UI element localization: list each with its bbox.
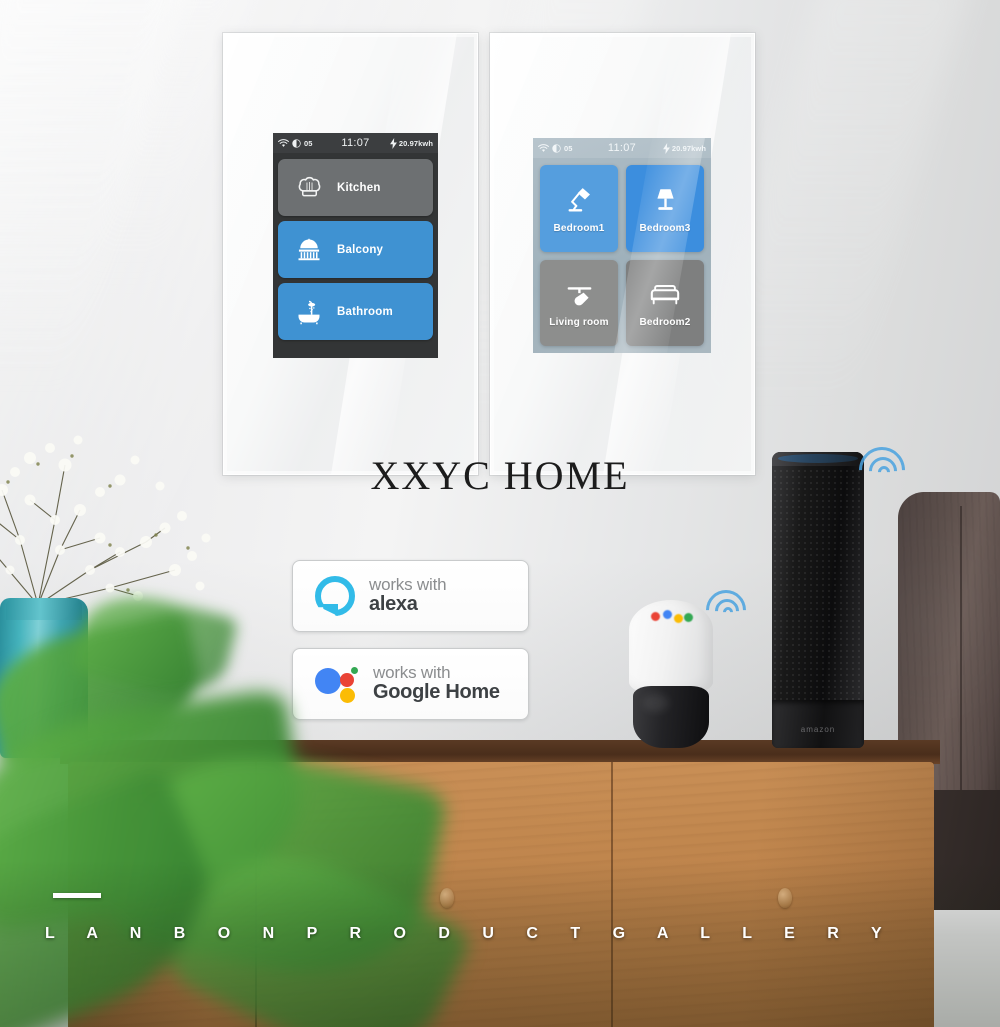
google-assistant-dots-icon bbox=[315, 664, 359, 704]
caption-accent-bar bbox=[53, 893, 101, 898]
flower-vase bbox=[0, 598, 92, 758]
badge-line2: Google Home bbox=[373, 681, 500, 704]
works-with-google-home-badge[interactable]: works with Google Home bbox=[292, 648, 529, 720]
tile-bedroom2[interactable]: Bedroom2 bbox=[626, 259, 704, 346]
echo-wordmark: amazon bbox=[800, 725, 836, 734]
left-panel-screen[interactable]: 05 11:07 20.97kwh Kitchen Balcony Bathro… bbox=[273, 133, 438, 358]
babys-breath-flowers bbox=[0, 420, 220, 620]
list-item-balcony[interactable]: Balcony bbox=[278, 221, 433, 278]
tile-label: Living room bbox=[549, 317, 609, 329]
badge-line1: works with bbox=[369, 575, 447, 595]
list-item-label: Kitchen bbox=[337, 181, 381, 194]
right-room-grid: Bedroom1 Bedroom3 Living room Bedroom2 bbox=[533, 158, 711, 353]
footer-caption: L A N B O N P R O D U C T G A L L E R Y bbox=[45, 925, 896, 942]
drawer-seam bbox=[255, 762, 257, 1027]
spot-light-icon bbox=[562, 277, 596, 311]
drawer-knob[interactable] bbox=[778, 888, 792, 908]
badge-line2: alexa bbox=[369, 593, 418, 616]
balcony-railing-icon bbox=[294, 235, 324, 265]
list-item-kitchen[interactable]: Kitchen bbox=[278, 159, 433, 216]
wifi-signal-icon bbox=[849, 437, 915, 503]
left-room-list: Kitchen Balcony Bathroom bbox=[273, 153, 438, 345]
wooden-dresser bbox=[60, 740, 940, 1027]
list-item-bathroom[interactable]: Bathroom bbox=[278, 283, 433, 340]
lightning-icon bbox=[662, 142, 670, 154]
energy-value: 20.97kwh bbox=[671, 143, 706, 153]
google-home-speaker bbox=[627, 600, 715, 748]
tile-bedroom3[interactable]: Bedroom3 bbox=[626, 165, 704, 252]
left-status-bar: 05 11:07 20.97kwh bbox=[273, 133, 438, 153]
tile-label: Bedroom1 bbox=[553, 222, 605, 234]
flower-sprigs bbox=[0, 435, 211, 606]
drawer-knob[interactable] bbox=[440, 888, 454, 908]
desk-lamp-icon bbox=[562, 183, 596, 217]
bathtub-shower-icon bbox=[294, 297, 324, 327]
lightning-icon bbox=[389, 137, 397, 149]
right-status-bar: 05 11:07 20.97kwh bbox=[533, 138, 711, 158]
tile-living-room[interactable]: Living room bbox=[540, 259, 618, 346]
tile-bedroom1[interactable]: Bedroom1 bbox=[540, 165, 618, 252]
scene-container: 05 11:07 20.97kwh Kitchen Balcony Bathro… bbox=[0, 0, 1000, 1027]
light-shaft bbox=[0, 0, 191, 390]
table-lamp-icon bbox=[648, 183, 682, 217]
works-with-alexa-badge[interactable]: works with alexa bbox=[292, 560, 529, 632]
echo-base-band bbox=[772, 700, 864, 748]
wifi-signal-icon bbox=[697, 581, 755, 639]
chef-hat-icon bbox=[294, 173, 324, 203]
badge-line1: works with bbox=[373, 663, 451, 683]
bed-icon bbox=[648, 277, 682, 311]
energy-value: 20.97kwh bbox=[398, 138, 433, 148]
tile-label: Bedroom2 bbox=[639, 317, 691, 329]
alexa-logo-icon bbox=[315, 576, 355, 616]
google-home-top bbox=[629, 600, 713, 696]
google-home-led-dots bbox=[651, 610, 695, 623]
drawer-seam bbox=[611, 762, 613, 1027]
tile-label: Bedroom3 bbox=[639, 222, 691, 234]
right-panel-screen[interactable]: 05 11:07 20.97kwh Bedroom1 Bedroom3 Livi… bbox=[533, 138, 711, 353]
list-item-label: Bathroom bbox=[337, 305, 393, 318]
list-item-label: Balcony bbox=[337, 243, 384, 256]
page-title: XXYC HOME bbox=[370, 453, 630, 498]
google-home-base bbox=[633, 686, 709, 748]
